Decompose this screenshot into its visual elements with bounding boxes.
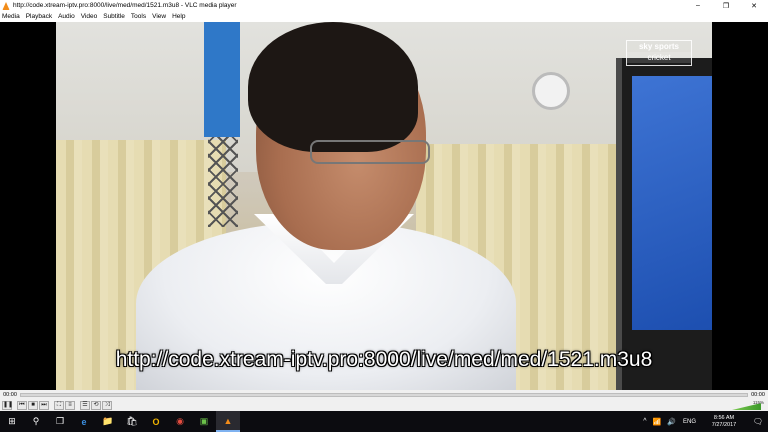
monitor-screen <box>632 76 712 330</box>
store-icon[interactable]: 🛍 <box>120 411 144 432</box>
extended-settings-button[interactable]: ≡ <box>65 401 75 410</box>
tv-monitor <box>616 58 712 390</box>
close-button[interactable]: ✕ <box>740 0 768 11</box>
windows-taskbar: ⊞ ⚲ ❐ e 📁 🛍 O ◉ ▣ ▲ ^ 📶 🔊 ENG 8:56 AM 7/… <box>0 411 768 432</box>
next-button[interactable]: ⏭ <box>39 401 49 410</box>
blue-equipment <box>204 22 240 137</box>
fullscreen-button[interactable]: ⛶ <box>54 401 64 410</box>
app-icon[interactable]: ▣ <box>192 411 216 432</box>
taskbar-clock[interactable]: 8:56 AM 7/27/2017 <box>704 415 744 429</box>
vlc-taskbar-icon[interactable]: ▲ <box>216 411 240 432</box>
glasses <box>310 140 430 164</box>
loop-button[interactable]: ⟲ <box>91 401 101 410</box>
language-indicator[interactable]: ENG <box>683 419 696 425</box>
menu-media[interactable]: Media <box>2 13 20 20</box>
volume-label: 115% <box>752 400 764 405</box>
title-bar: http://code.xtream-iptv.pro:8000/live/me… <box>0 0 768 11</box>
random-button[interactable]: ⤨ <box>102 401 112 410</box>
vlc-window: http://code.xtream-iptv.pro:8000/live/me… <box>0 0 768 432</box>
window-controls: – ❐ ✕ <box>684 0 768 11</box>
speaker-icon[interactable]: 🔊 <box>667 418 676 426</box>
menu-bar: Media Playback Audio Video Subtitle Tool… <box>0 11 768 22</box>
menu-view[interactable]: View <box>152 13 166 20</box>
channel-logo: sky sports cricket <box>626 40 692 66</box>
stop-button[interactable]: ■ <box>28 401 38 410</box>
seek-slider[interactable] <box>20 393 748 397</box>
channel-logo-line2: cricket <box>627 52 691 63</box>
menu-tools[interactable]: Tools <box>131 13 146 20</box>
window-title: http://code.xtream-iptv.pro:8000/live/me… <box>13 2 237 9</box>
search-icon[interactable]: ⚲ <box>24 411 48 432</box>
person-hair <box>248 22 418 152</box>
minimize-button[interactable]: – <box>684 0 712 11</box>
network-icon[interactable]: 📶 <box>653 418 662 426</box>
outlook-icon[interactable]: O <box>144 411 168 432</box>
playback-controls: ❚❚ ⏮ ■ ⏭ ⛶ ≡ ☰ ⟲ ⤨ 115% <box>0 400 768 411</box>
clock-date: 7/27/2017 <box>711 421 737 428</box>
wall-clock <box>532 72 570 110</box>
volume-slider[interactable]: 115% <box>732 400 764 410</box>
menu-video[interactable]: Video <box>81 13 98 20</box>
total-time: 00:00 <box>751 392 765 398</box>
pause-button[interactable]: ❚❚ <box>2 401 13 410</box>
playlist-button[interactable]: ☰ <box>80 401 90 410</box>
video-frame: sky sports cricket <box>56 22 712 390</box>
menu-help[interactable]: Help <box>172 13 185 20</box>
menu-playback[interactable]: Playback <box>26 13 52 20</box>
stream-url-overlay: http://code.xtream-iptv.pro:8000/live/me… <box>115 348 653 371</box>
scissor-lift <box>208 137 238 227</box>
start-icon[interactable]: ⊞ <box>0 411 24 432</box>
menu-audio[interactable]: Audio <box>58 13 75 20</box>
previous-button[interactable]: ⏮ <box>17 401 27 410</box>
edge-icon[interactable]: e <box>72 411 96 432</box>
maximize-button[interactable]: ❐ <box>712 0 740 11</box>
chrome-icon[interactable]: ◉ <box>168 411 192 432</box>
system-tray: ^ 📶 🔊 ENG 8:56 AM 7/27/2017 🗨 <box>640 411 768 432</box>
menu-subtitle[interactable]: Subtitle <box>103 13 125 20</box>
clock-time: 8:56 AM <box>713 414 735 421</box>
seek-row: 00:00 00:00 <box>0 390 768 400</box>
elapsed-time: 00:00 <box>3 392 17 398</box>
chevron-up-icon[interactable]: ^ <box>643 418 646 425</box>
task-view-icon[interactable]: ❐ <box>48 411 72 432</box>
video-area[interactable]: sky sports cricket http://code.xtream-ip… <box>0 22 768 390</box>
file-explorer-icon[interactable]: 📁 <box>96 411 120 432</box>
channel-logo-line1: sky sports <box>638 42 680 51</box>
notifications-icon[interactable]: 🗨 <box>748 417 768 426</box>
vlc-cone-icon <box>2 1 10 10</box>
